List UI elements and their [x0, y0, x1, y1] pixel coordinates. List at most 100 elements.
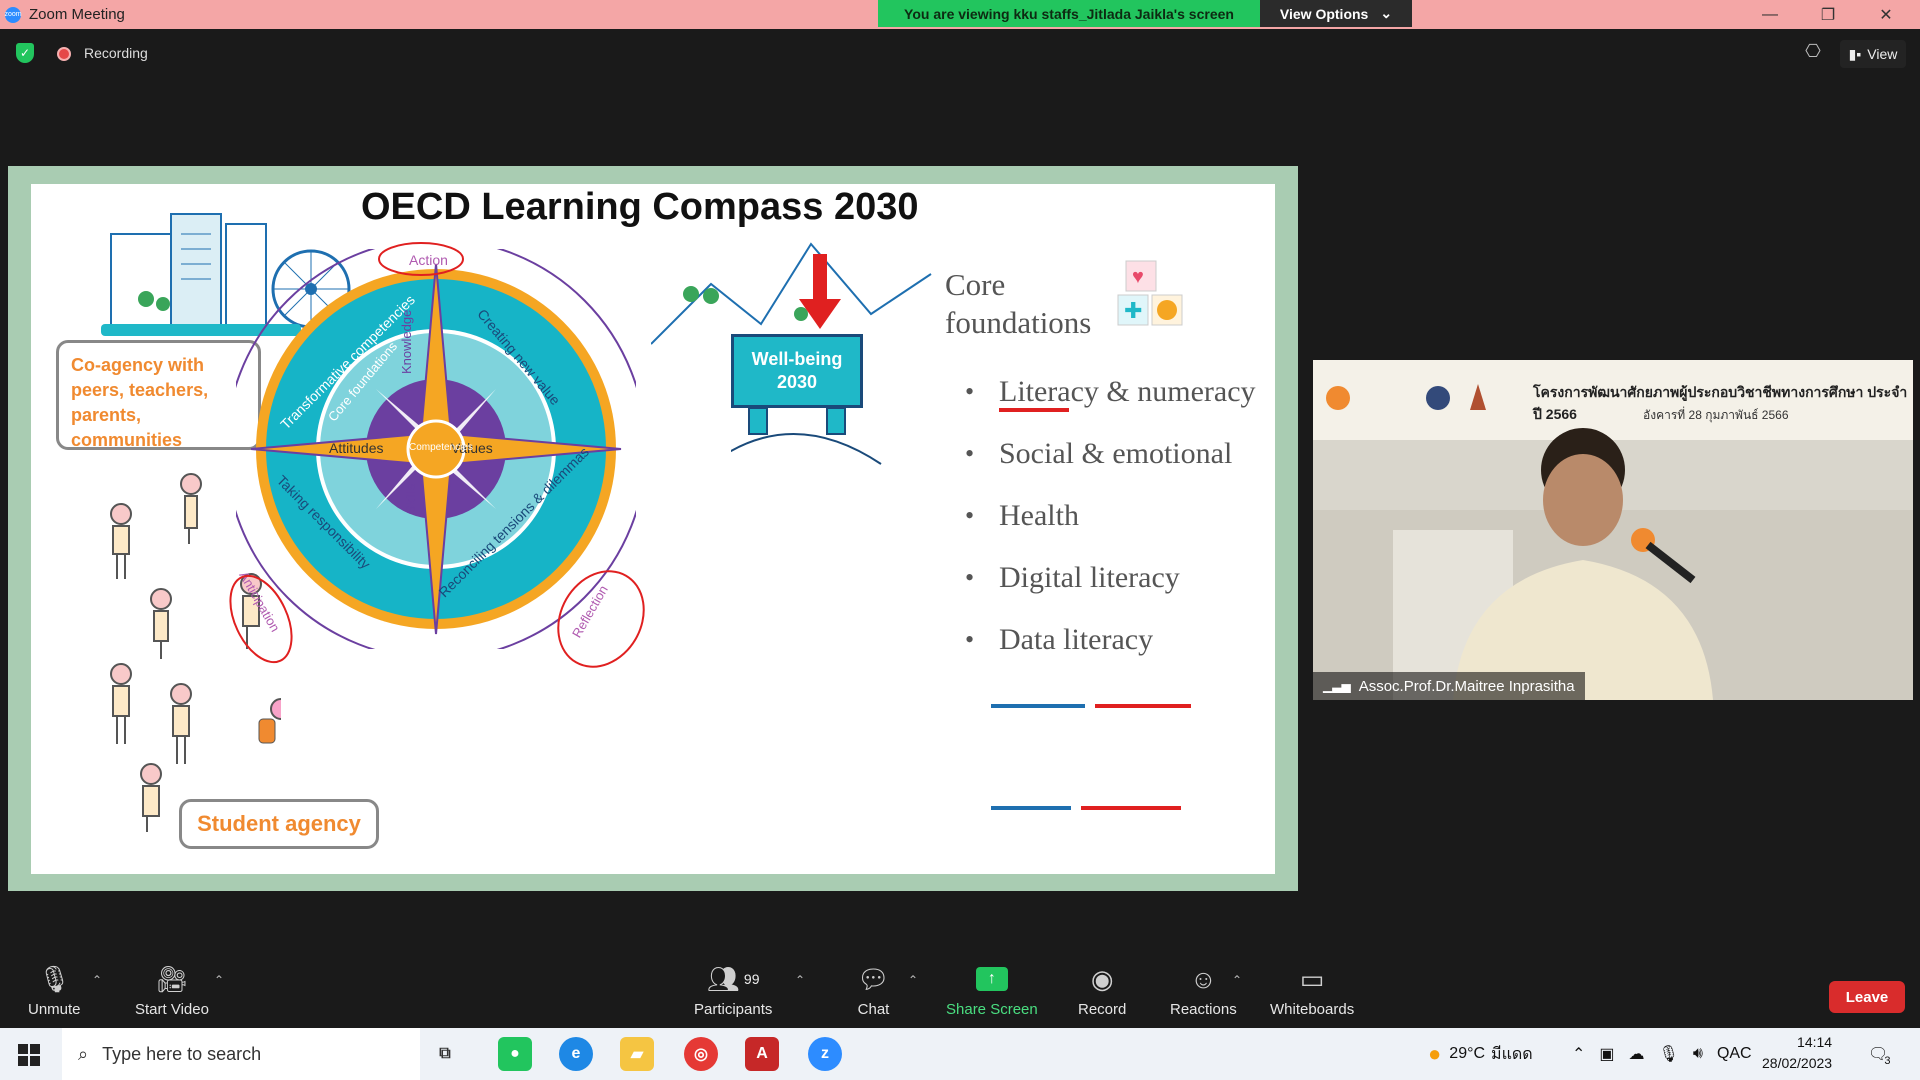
share-screen-label: Share Screen	[946, 1001, 1038, 1018]
file-explorer-icon[interactable]: ▰	[620, 1037, 654, 1071]
sun-icon: ●	[1428, 1041, 1442, 1066]
close-window-button[interactable]: ✕	[1858, 0, 1914, 29]
recording-icon	[57, 47, 71, 61]
chat-label: Chat	[857, 1001, 890, 1018]
windows-start-icon[interactable]	[18, 1044, 40, 1066]
taskbar-clock[interactable]: 14:14 28/02/2023	[1762, 1032, 1832, 1074]
immersive-view-icon[interactable]: ⎔	[1800, 41, 1826, 67]
co-agency-bubble: Co-agency with peers, teachers, parents,…	[56, 340, 261, 450]
reactions-label: Reactions	[1170, 1001, 1237, 1018]
notification-count: 3	[1884, 1055, 1891, 1067]
svg-text:✚: ✚	[1124, 298, 1142, 323]
unmute-button[interactable]: 🎙︎ Unmute	[28, 963, 81, 1019]
student-agency-box: Student agency	[179, 799, 379, 849]
view-options-label: View Options	[1279, 5, 1369, 22]
participants-label: Participants	[694, 1001, 773, 1018]
zoom-icon[interactable]: z	[808, 1037, 842, 1071]
weather-temp: 29°C	[1449, 1045, 1486, 1062]
wellbeing-hill	[731, 407, 882, 465]
health-icons: ♥ ✚	[1117, 260, 1183, 326]
recording-label: Recording	[84, 45, 148, 61]
slide-title: OECD Learning Compass 2030	[361, 186, 919, 228]
underline-annotations	[991, 408, 1191, 810]
zoom-app-icon: zoom	[4, 6, 22, 23]
participant-name: Assoc.Prof.Dr.Maitree Inprasitha	[1358, 677, 1575, 695]
anticipation-circle-annotation	[229, 574, 293, 664]
language-indicator[interactable]: QAC	[1717, 1045, 1752, 1063]
search-icon: ⌕	[78, 1043, 89, 1064]
system-tray: ⌃ ▣ ☁ 🎙︎ 🔊︎ QAC	[1572, 1028, 1752, 1080]
whiteboards-button[interactable]: ▭ Whiteboards	[1270, 963, 1355, 1019]
unmute-label: Unmute	[28, 1001, 81, 1018]
start-video-button[interactable]: 🎥︎ Start Video	[135, 963, 209, 1019]
onedrive-icon[interactable]: ☁	[1629, 1044, 1645, 1064]
viewing-banner: You are viewing kku staffs_Jitlada Jaikl…	[878, 0, 1260, 27]
reflection-circle-annotation	[557, 570, 645, 668]
chevron-up-icon[interactable]: ⌃	[92, 973, 102, 987]
chat-icon: 💬︎	[857, 963, 891, 994]
task-view-icon[interactable]: ⧉	[428, 1037, 462, 1071]
chat-button[interactable]: 💬︎ Chat	[857, 963, 891, 1019]
clock-time: 14:14	[1797, 1034, 1833, 1050]
line-app-icon[interactable]: ●	[498, 1037, 532, 1071]
share-screen-button[interactable]: ↑ Share Screen	[946, 963, 1038, 1018]
chevron-up-icon[interactable]: ⌃	[908, 973, 918, 987]
acrobat-icon[interactable]: A	[745, 1037, 779, 1071]
minimize-button[interactable]: —	[1742, 0, 1798, 29]
core-foundations-title-line1: Core	[945, 267, 1006, 302]
weather-widget[interactable]: ● 29°C มีแดด	[1428, 1028, 1533, 1080]
windows-taskbar: ⌕ Type here to search ⧉ ● e ▰ ◎ A z ● 29…	[0, 1028, 1920, 1080]
chevron-up-icon[interactable]: ⌃	[1572, 1044, 1585, 1064]
mic-muted-icon: 🎙︎	[37, 963, 71, 994]
view-options-button[interactable]: View Options ⌄	[1260, 0, 1412, 27]
participants-count: 99	[743, 971, 760, 987]
record-label: Record	[1078, 1001, 1127, 1018]
weather-desc: มีแดด	[1491, 1045, 1533, 1063]
chevron-down-icon: ⌄	[1380, 5, 1393, 21]
chevron-up-icon[interactable]: ⌃	[1232, 973, 1242, 987]
compass-label-attitudes: Attitudes	[329, 440, 384, 456]
edge-icon[interactable]: e	[559, 1037, 593, 1071]
participant-video-tile[interactable]: โครงการพัฒนาศักยภาพผู้ประกอบวิชาชีพทางกา…	[1313, 360, 1913, 700]
microphone-icon[interactable]: 🎙︎	[1659, 1044, 1679, 1064]
shield-icon[interactable]: ✓	[16, 43, 34, 63]
meeting-status-row: ✓ Recording ⎔ ▮▪ View	[0, 29, 1920, 79]
taskbar-search[interactable]: ⌕ Type here to search	[62, 1028, 420, 1080]
restore-button[interactable]: ❐	[1800, 0, 1856, 29]
wellbeing-sign: Well-being 2030	[731, 334, 863, 408]
view-label: View	[1867, 46, 1898, 62]
whiteboards-label: Whiteboards	[1270, 1001, 1355, 1018]
core-foundations-title: Core foundations	[945, 266, 1091, 342]
compass-label-competencies: Competencies	[409, 442, 473, 453]
record-button[interactable]: ◉ Record	[1078, 963, 1127, 1019]
clock-date: 28/02/2023	[1762, 1055, 1833, 1071]
record-icon: ◉	[1090, 963, 1114, 994]
core-foundations-title-line2: foundations	[945, 305, 1092, 340]
notifications-icon[interactable]: 🗨︎ 3	[1868, 1028, 1890, 1080]
search-placeholder: Type here to search	[102, 1043, 262, 1064]
window-title: Zoom Meeting	[29, 6, 125, 23]
video-off-icon: 🎥︎	[155, 963, 189, 994]
svg-text:♥: ♥	[1132, 266, 1144, 288]
view-button[interactable]: ▮▪ View	[1840, 40, 1906, 68]
video-banner-sub: อังคารที่ 28 กุมภาพันธ์ 2566	[1643, 408, 1789, 422]
share-screen-icon: ↑	[975, 967, 1008, 991]
chevron-up-icon[interactable]: ⌃	[214, 973, 224, 987]
participants-icon: 👥︎ 99	[706, 963, 760, 994]
chrome-icon[interactable]: ◎	[684, 1037, 718, 1071]
leave-button[interactable]: Leave	[1829, 981, 1905, 1013]
meeting-toolbar: 🎙︎ Unmute ⌃ 🎥︎ Start Video ⌃ 👥︎ 99 Partic…	[0, 953, 1920, 1028]
participants-button[interactable]: 👥︎ 99 Participants	[694, 963, 773, 1019]
volume-icon[interactable]: 🔊︎	[1693, 1045, 1703, 1063]
shared-screen: OECD Learning Compass 2030 Co-agency wit…	[8, 166, 1298, 891]
reactions-icon: ☺︎	[1190, 963, 1217, 994]
reactions-button[interactable]: ☺︎ Reactions	[1170, 963, 1237, 1019]
chevron-up-icon[interactable]: ⌃	[795, 973, 805, 987]
start-video-label: Start Video	[135, 1001, 209, 1018]
whiteboard-icon: ▭	[1299, 963, 1325, 994]
action-circle-annotation	[378, 242, 464, 276]
slide: OECD Learning Compass 2030 Co-agency wit…	[31, 184, 1275, 874]
compass-label-skills: Skills	[403, 483, 418, 514]
view-grid-icon: ▮▪	[1848, 45, 1862, 62]
meet-now-icon[interactable]: ▣	[1599, 1044, 1614, 1064]
